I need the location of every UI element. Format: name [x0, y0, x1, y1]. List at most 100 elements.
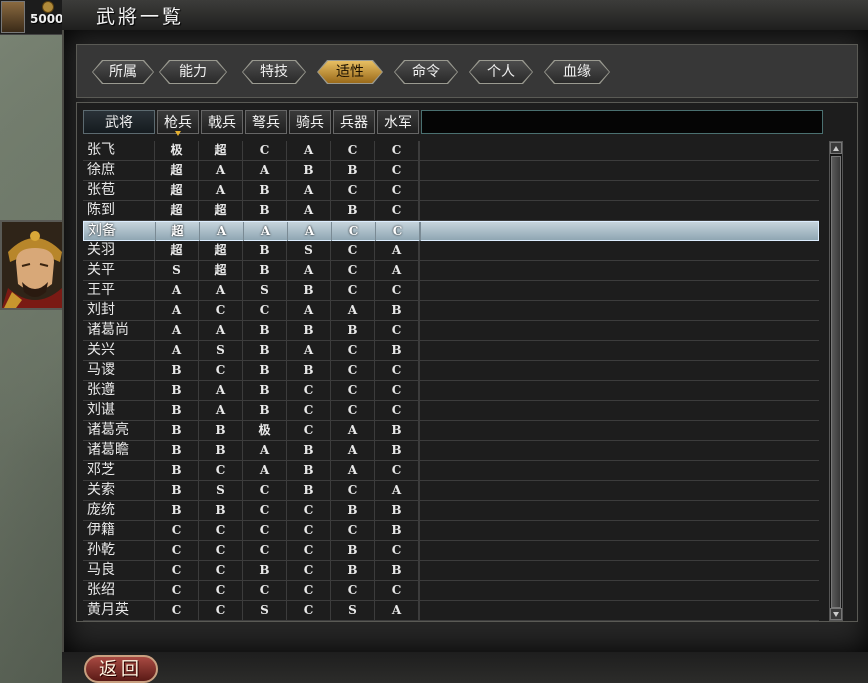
- row-divider: [419, 461, 420, 480]
- aptitude-grade: C: [331, 141, 375, 160]
- row-divider: [419, 161, 420, 180]
- aptitude-grade: A: [375, 261, 419, 280]
- officer-row[interactable]: 刘备超 A A A C C: [83, 221, 819, 241]
- officer-row[interactable]: 陈到超超 B A B C: [83, 201, 819, 221]
- sort-indicator-icon: [175, 131, 181, 136]
- row-divider: [419, 601, 420, 620]
- scroll-thumb[interactable]: [831, 156, 841, 608]
- officer-rows: 张飞极超 C A C C 徐庶超 A A B B C 张苞超 A B A C C 陈到超超 B A B C 刘备超 A A A C C…: [83, 141, 819, 621]
- row-divider: [419, 401, 420, 420]
- aptitude-grade: C: [331, 261, 375, 280]
- aptitude-grade: A: [243, 441, 287, 460]
- officer-row[interactable]: 黄月英 C C S C S A: [83, 601, 819, 621]
- officer-row[interactable]: 刘谌 B A B C C C: [83, 401, 819, 421]
- aptitude-grade: B: [375, 301, 419, 320]
- aptitude-grade: C: [287, 501, 331, 520]
- officer-row[interactable]: 伊籍 C C C C C B: [83, 521, 819, 541]
- aptitude-grade: B: [375, 441, 419, 460]
- officer-row[interactable]: 张绍 C C C C C C: [83, 581, 819, 601]
- column-header-halberd[interactable]: 戟兵: [201, 110, 243, 134]
- tab-personal[interactable]: 个人: [470, 61, 532, 83]
- officer-name: 关羽: [83, 241, 155, 260]
- aptitude-grade: B: [287, 321, 331, 340]
- officer-row[interactable]: 关平 S 超 B A C A: [83, 261, 819, 281]
- row-divider: [419, 501, 420, 520]
- aptitude-grade: B: [155, 501, 199, 520]
- return-button[interactable]: 返回: [84, 655, 158, 683]
- aptitude-grade: B: [155, 441, 199, 460]
- scroll-up-button[interactable]: [830, 142, 842, 154]
- tab-bloodline[interactable]: 血缘: [545, 61, 609, 83]
- aptitude-grade: A: [155, 321, 199, 340]
- officer-row[interactable]: 王平 A A S B C C: [83, 281, 819, 301]
- aptitude-grade: S: [243, 281, 287, 300]
- aptitude-grade: B: [199, 421, 243, 440]
- aptitude-grade: C: [243, 501, 287, 520]
- officer-name: 刘谌: [83, 401, 155, 420]
- officer-row[interactable]: 孙乾 C C C C B C: [83, 541, 819, 561]
- vertical-scrollbar[interactable]: [829, 141, 843, 621]
- officer-row[interactable]: 关兴 A S B A C B: [83, 341, 819, 361]
- officer-row[interactable]: 马谡 B C B B C C: [83, 361, 819, 381]
- officer-row[interactable]: 关羽超超 B S C A: [83, 241, 819, 261]
- officer-row[interactable]: 刘封 A C C A A B: [83, 301, 819, 321]
- scroll-down-button[interactable]: [830, 608, 842, 620]
- column-header-navy[interactable]: 水军: [377, 110, 419, 134]
- officer-row[interactable]: 关索 B S C B C A: [83, 481, 819, 501]
- aptitude-grade: C: [376, 222, 420, 241]
- aptitude-grade: S: [199, 341, 243, 360]
- aptitude-grade: A: [287, 201, 331, 220]
- aptitude-grade: C: [287, 581, 331, 600]
- row-divider: [419, 361, 420, 380]
- aptitude-grade: C: [375, 461, 419, 480]
- aptitude-grade: C: [375, 321, 419, 340]
- officer-row[interactable]: 张飞极超 C A C C: [83, 141, 819, 161]
- aptitude-grade: C: [375, 141, 419, 160]
- officer-row[interactable]: 徐庶超 A A B B C: [83, 161, 819, 181]
- column-header-crossbow[interactable]: 弩兵: [245, 110, 287, 134]
- aptitude-grade: B: [243, 561, 287, 580]
- column-header-spear[interactable]: 枪兵: [157, 110, 199, 136]
- aptitude-grade: B: [287, 161, 331, 180]
- aptitude-grade: C: [331, 481, 375, 500]
- aptitude-grade: B: [331, 161, 375, 180]
- aptitude-grade: B: [243, 261, 287, 280]
- officer-row[interactable]: 张苞超 A B A C C: [83, 181, 819, 201]
- officer-row[interactable]: 庞统 B B C C B B: [83, 501, 819, 521]
- aptitude-grade: C: [155, 521, 199, 540]
- officer-row[interactable]: 马良 C C B C B B: [83, 561, 819, 581]
- officer-row[interactable]: 诸葛尚 A A B B B C: [83, 321, 819, 341]
- column-header-siege[interactable]: 兵器: [333, 110, 375, 134]
- column-header-officer[interactable]: 武将: [83, 110, 155, 134]
- aptitude-grade: B: [243, 181, 287, 200]
- officer-row[interactable]: 邓芝 B C A B A C: [83, 461, 819, 481]
- officer-name: 伊籍: [83, 521, 155, 540]
- officer-row[interactable]: 张遵 B A B C C C: [83, 381, 819, 401]
- officer-name: 关平: [83, 261, 155, 280]
- aptitude-grade: C: [155, 561, 199, 580]
- aptitude-grade: C: [331, 581, 375, 600]
- aptitude-grade: C: [287, 381, 331, 400]
- aptitude-grade: C: [331, 361, 375, 380]
- officer-name: 王平: [83, 281, 155, 300]
- tab-ability[interactable]: 能力: [160, 61, 226, 83]
- tab-aptitude[interactable]: 适性: [318, 61, 382, 83]
- aptitude-grade: A: [199, 381, 243, 400]
- aptitude-grade: A: [199, 161, 243, 180]
- aptitude-grade: 超: [156, 222, 200, 241]
- tab-affiliation[interactable]: 所属: [93, 61, 153, 83]
- column-header-cavalry[interactable]: 骑兵: [289, 110, 331, 134]
- aptitude-grade: C: [287, 401, 331, 420]
- aptitude-grade: B: [243, 201, 287, 220]
- footer-bar: [62, 652, 868, 683]
- aptitude-grade: C: [287, 561, 331, 580]
- officer-name: 邓芝: [83, 461, 155, 480]
- tab-skills[interactable]: 特技: [243, 61, 305, 83]
- officer-name: 关索: [83, 481, 155, 500]
- officer-row[interactable]: 诸葛亮 B B 极 C A B: [83, 421, 819, 441]
- officer-row[interactable]: 诸葛瞻 B B A B A B: [83, 441, 819, 461]
- row-divider: [419, 301, 420, 320]
- officer-name: 张绍: [83, 581, 155, 600]
- tab-orders[interactable]: 命令: [395, 61, 457, 83]
- aptitude-grade: B: [155, 401, 199, 420]
